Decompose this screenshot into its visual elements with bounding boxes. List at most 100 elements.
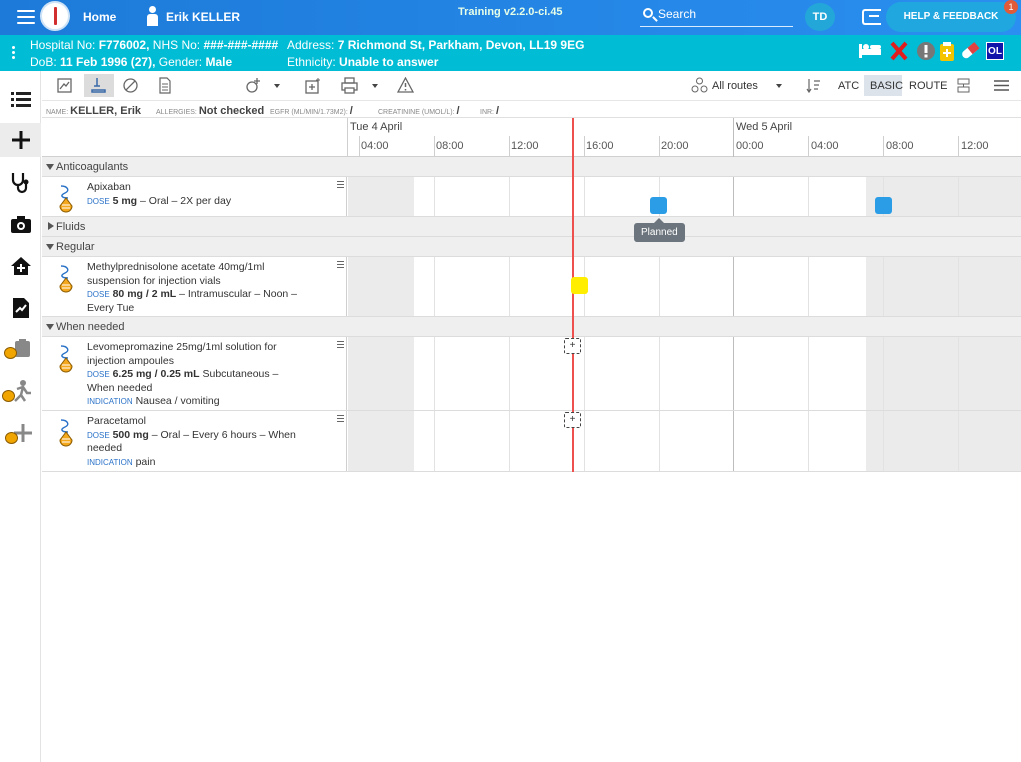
routes-select-label[interactable]: All routes <box>712 80 758 92</box>
camera-icon[interactable] <box>9 212 33 236</box>
warning-icon[interactable] <box>397 77 414 94</box>
notification-badge: 1 <box>1004 0 1018 14</box>
stethoscope-icon[interactable] <box>9 170 33 194</box>
help-feedback-button[interactable]: HELP & FEEDBACK <box>886 2 1016 32</box>
caret-right-icon <box>48 222 54 230</box>
row-menu-icon[interactable] <box>337 261 344 270</box>
add-prn-dose-button[interactable]: + <box>564 412 581 428</box>
hour-label: 08:00 <box>886 140 914 152</box>
med-name: Apixaban <box>87 181 131 193</box>
inr-value: / <box>495 105 500 117</box>
dose-value: 5 mg <box>112 194 138 207</box>
more-options-icon[interactable] <box>12 46 16 61</box>
hour-label: 04:00 <box>811 140 839 152</box>
document-edit-icon[interactable] <box>9 296 33 320</box>
patient-banner: Hospital No: F776002, NHS No: ###-###-##… <box>0 35 1021 71</box>
row-menu-icon[interactable] <box>337 181 344 190</box>
dose-marker-planned[interactable] <box>875 197 892 214</box>
basic-toggle[interactable]: BASIC <box>870 80 903 92</box>
address: 7 Richmond St, Parkham, Devon, LL19 9EG <box>337 38 585 52</box>
row-menu-icon[interactable] <box>337 415 344 424</box>
ethnicity-label: Ethnicity: <box>287 55 336 69</box>
lock-icon <box>4 347 17 359</box>
indication-label: INDICATION <box>87 397 133 406</box>
med-name: Methylprednisolone acetate 40mg/1ml susp… <box>87 261 265 287</box>
logout-icon[interactable] <box>862 9 881 25</box>
allergies-value: Not checked <box>198 105 265 117</box>
indication-value: pain <box>135 455 156 468</box>
hour-label: 12:00 <box>511 140 539 152</box>
hour-label: 00:00 <box>736 140 764 152</box>
sort-icon[interactable] <box>805 77 822 94</box>
section-regular[interactable]: Regular <box>42 237 1021 257</box>
hospital-no-label: Hospital No: <box>30 38 96 52</box>
home-plus-icon[interactable] <box>9 254 33 278</box>
add-prn-dose-button[interactable]: + <box>564 338 581 354</box>
dose-label: DOSE <box>87 430 110 440</box>
hour-label: 12:00 <box>961 140 989 152</box>
pill-icon[interactable] <box>959 41 981 61</box>
user-avatar[interactable]: TD <box>805 3 835 31</box>
caret-down-icon <box>46 324 54 330</box>
status-badge[interactable]: OL <box>986 42 1004 60</box>
pill-view-icon[interactable] <box>122 77 139 94</box>
chart-toolbar: All routes ATC BASIC ROUTE <box>42 71 1021 101</box>
empty-chart-area <box>42 472 1021 762</box>
dob: 11 Feb 1996 (27), <box>60 55 156 69</box>
gender: Male <box>205 55 233 69</box>
dose-marker-regular[interactable] <box>571 277 588 294</box>
add-medication-icon[interactable] <box>244 77 261 94</box>
caret-down-icon <box>46 164 54 170</box>
add-document-icon[interactable] <box>304 77 321 94</box>
x-mark-icon[interactable] <box>890 41 908 61</box>
home-link[interactable]: Home <box>83 10 116 24</box>
section-when-needed[interactable]: When needed <box>42 317 1021 337</box>
administration-view-icon[interactable] <box>90 77 107 94</box>
app-logo[interactable] <box>40 1 70 31</box>
ethnicity: Unable to answer <box>339 55 439 69</box>
route-toggle[interactable]: ROUTE <box>909 80 948 92</box>
chevron-down-icon[interactable] <box>274 84 280 88</box>
document-view-icon[interactable] <box>156 77 173 94</box>
section-anticoagulants[interactable]: Anticoagulants <box>42 157 1021 177</box>
row-menu-icon[interactable] <box>337 341 344 350</box>
atc-toggle[interactable]: ATC <box>838 80 859 92</box>
alert-icon[interactable] <box>916 41 936 61</box>
patient-name-link[interactable]: Erik KELLER <box>166 10 240 24</box>
allergies-label: ALLERGIES: <box>156 109 197 116</box>
med-row-methylprednisolone[interactable]: Methylprednisolone acetate 40mg/1ml susp… <box>42 257 1021 317</box>
egfr-label: EGFR (ML/MIN/1.73M2): <box>270 109 348 116</box>
print-icon[interactable] <box>341 77 358 94</box>
group-icon[interactable] <box>955 77 972 94</box>
left-sidebar <box>0 71 41 762</box>
nhs-no-label: NHS No: <box>152 38 201 52</box>
bed-icon[interactable] <box>858 41 882 61</box>
hamburger-menu-icon[interactable] <box>993 77 1010 94</box>
med-row-paracetamol[interactable]: Paracetamol DOSE 500 mg – Oral – Every 6… <box>42 411 1021 472</box>
name-label: NAME: <box>46 109 69 116</box>
inr-label: INR: <box>480 109 494 116</box>
dose-label: DOSE <box>87 196 110 206</box>
hour-label: 20:00 <box>661 140 689 152</box>
med-row-levomepromazine[interactable]: Levomepromazine 25mg/1ml solution for in… <box>42 337 1021 411</box>
med-name: Levomepromazine 25mg/1ml solution for in… <box>87 341 277 367</box>
dose-label: DOSE <box>87 370 110 379</box>
dose-marker-planned[interactable] <box>650 197 667 214</box>
chevron-down-icon[interactable] <box>776 84 782 88</box>
medication-drop-icon <box>59 265 73 293</box>
plus-icon[interactable] <box>9 128 33 152</box>
list-icon[interactable] <box>9 87 33 111</box>
name-value: KELLER, Erik <box>70 105 142 117</box>
search-field[interactable]: Search <box>640 4 793 27</box>
section-fluids[interactable]: Fluids <box>42 217 1021 237</box>
clipboard-icon[interactable] <box>939 41 955 61</box>
chevron-down-icon[interactable] <box>372 84 378 88</box>
dose-details: – Oral – 2X per day <box>137 194 232 207</box>
chart-view-icon[interactable] <box>56 77 73 94</box>
menu-icon[interactable] <box>17 10 35 24</box>
medication-drop-icon <box>59 185 73 213</box>
nhs-no: ###-###-#### <box>203 38 279 52</box>
day-label: Wed 5 April <box>736 121 793 133</box>
patient-info-strip: NAME: KELLER, Erik ALLERGIES: Not checke… <box>42 101 1021 118</box>
routes-icon <box>691 77 708 93</box>
